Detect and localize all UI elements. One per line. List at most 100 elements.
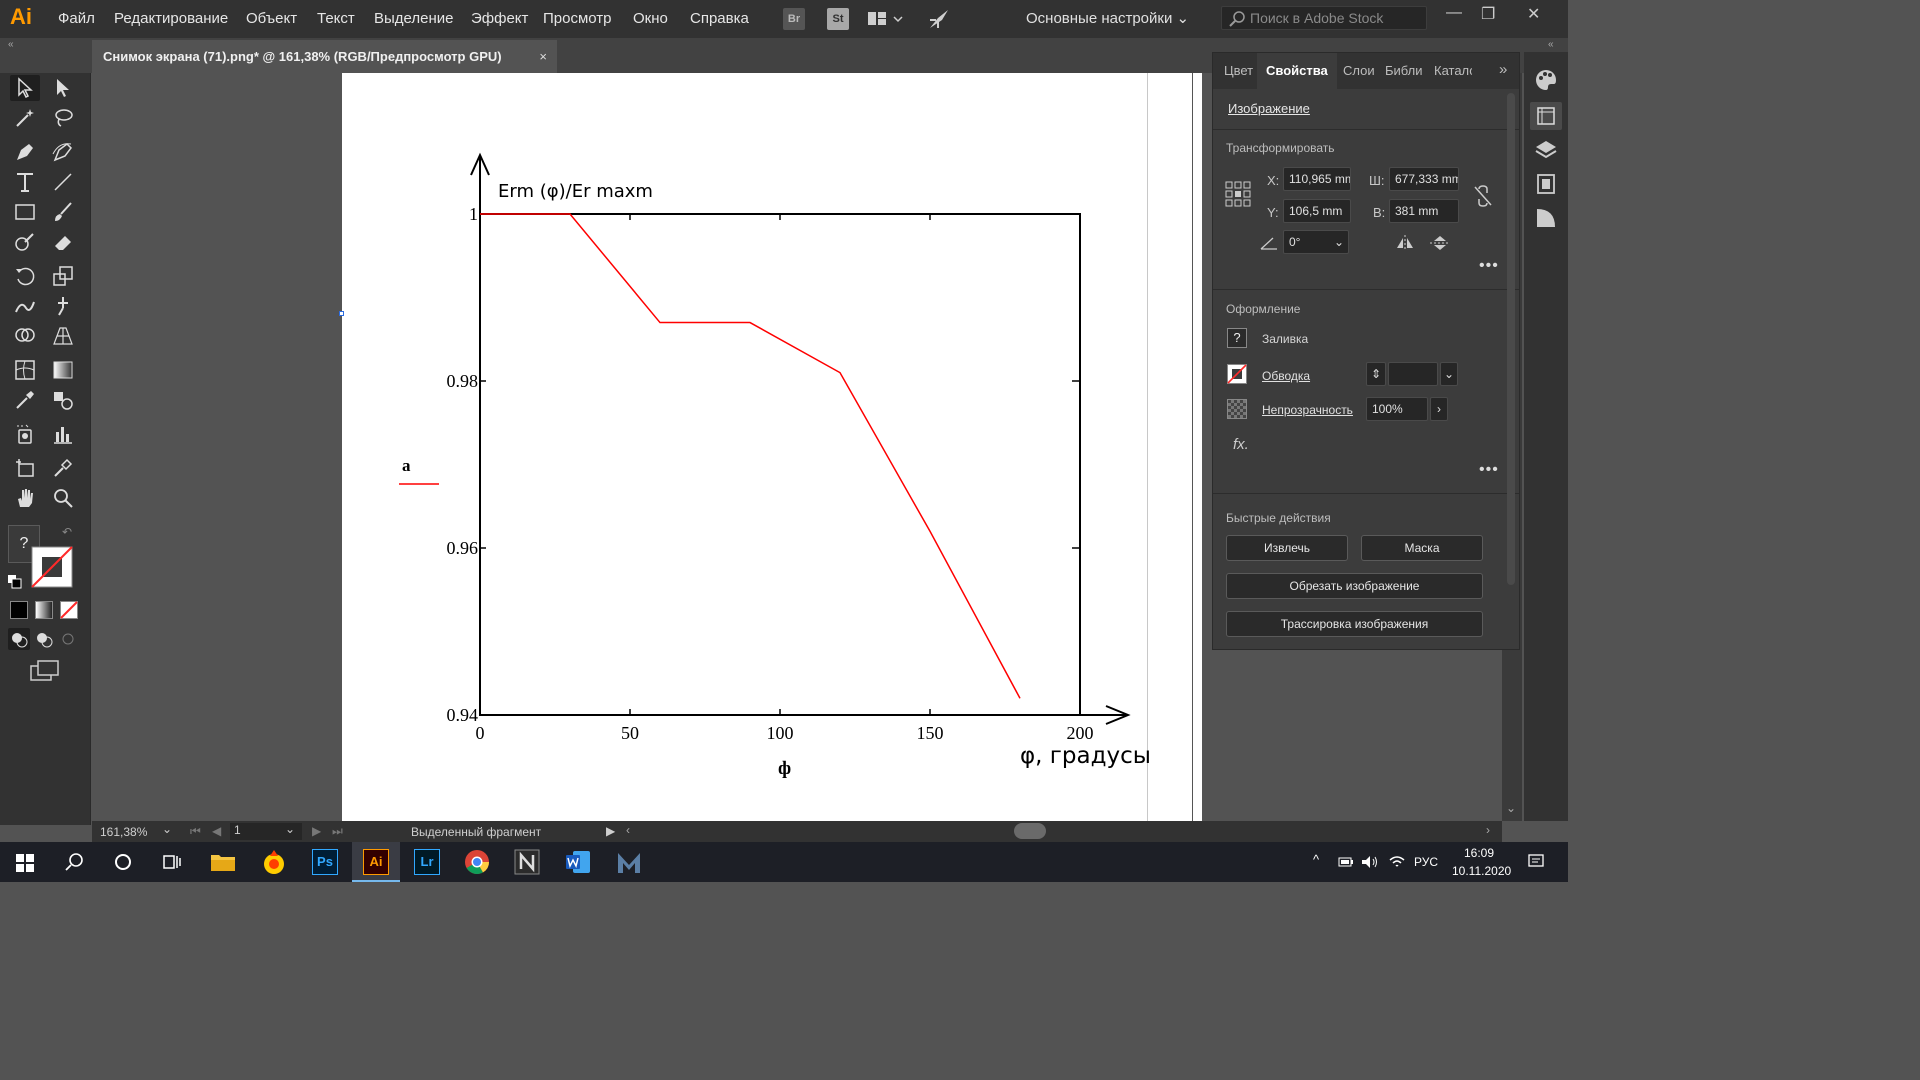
- panel-scrollbar[interactable]: [1507, 93, 1515, 585]
- hand-tool-icon[interactable]: [10, 485, 40, 511]
- menu-select[interactable]: Выделение: [374, 10, 453, 27]
- task-view-icon[interactable]: [162, 852, 182, 872]
- crop-image-button[interactable]: Обрезать изображение: [1226, 573, 1483, 599]
- type-tool-icon[interactable]: [10, 169, 40, 195]
- artboard[interactable]: 0 50 100 150 200 0.94 0.96 0.98 1 Erm (φ)/Er ma…: [339, 73, 1202, 821]
- zoom-tool-icon[interactable]: [48, 485, 78, 511]
- direct-selection-tool-icon[interactable]: [48, 75, 78, 101]
- zoom-dropdown-icon[interactable]: ⌄: [162, 822, 172, 836]
- scale-tool-icon[interactable]: [48, 263, 78, 289]
- drawing-modes-row[interactable]: [8, 628, 80, 650]
- bridge-button[interactable]: Br: [783, 8, 805, 30]
- color-mode-icon[interactable]: [10, 601, 28, 619]
- menu-window[interactable]: Окно: [633, 10, 668, 27]
- opacity-field[interactable]: 100%: [1366, 397, 1428, 421]
- constrain-proportions-icon[interactable]: [1471, 185, 1495, 207]
- word-app-icon[interactable]: [565, 849, 591, 875]
- wifi-icon[interactable]: [1388, 854, 1406, 870]
- stroke-weight-dropdown[interactable]: ⌄: [1440, 362, 1458, 386]
- previous-artboard-icon[interactable]: ◀: [212, 824, 221, 838]
- zoom-level[interactable]: 161,38%: [100, 825, 147, 839]
- opacity-expand-button[interactable]: ›: [1430, 397, 1448, 421]
- stroke-swatch-none[interactable]: [1227, 364, 1247, 384]
- none-mode-icon[interactable]: [60, 601, 78, 619]
- search-icon[interactable]: [64, 852, 84, 872]
- illustrator-taskbar-active[interactable]: Ai: [352, 842, 400, 882]
- magic-wand-tool-icon[interactable]: [10, 105, 40, 131]
- restore-icon[interactable]: ❐: [1481, 4, 1495, 24]
- blend-tool-icon[interactable]: [48, 387, 78, 413]
- rectangle-tool-icon[interactable]: [10, 199, 40, 225]
- transform-more-options-icon[interactable]: •••: [1479, 257, 1499, 275]
- lasso-tool-icon[interactable]: [48, 105, 78, 131]
- default-fill-stroke-icon[interactable]: [8, 575, 22, 589]
- clock-time[interactable]: 16:09: [1464, 846, 1494, 860]
- appearance-more-options-icon[interactable]: •••: [1479, 461, 1499, 479]
- flip-vertical-icon[interactable]: [1430, 235, 1450, 251]
- stroke-swatch-none[interactable]: [30, 545, 74, 589]
- shaper-tool-icon[interactable]: [10, 229, 40, 255]
- workspace-switcher[interactable]: Основные настройки ⌄: [1026, 9, 1189, 27]
- tab-libraries[interactable]: Библи: [1385, 63, 1423, 78]
- image-trace-button[interactable]: Трассировка изображения: [1226, 611, 1483, 637]
- mesh-tool-icon[interactable]: [10, 357, 40, 383]
- line-segment-tool-icon[interactable]: [48, 169, 78, 195]
- stroke-weight-stepper[interactable]: ⇕: [1366, 362, 1386, 386]
- opacity-label-link[interactable]: Непрозрачность: [1262, 403, 1353, 417]
- notifications-icon[interactable]: [1528, 854, 1544, 870]
- color-palette-icon[interactable]: [1534, 68, 1558, 92]
- volume-icon[interactable]: [1361, 854, 1379, 870]
- stock-button[interactable]: St: [827, 8, 849, 30]
- close-window-icon[interactable]: ✕: [1527, 4, 1540, 24]
- properties-panel-icon[interactable]: [1530, 102, 1562, 130]
- menu-view[interactable]: Просмотр: [543, 10, 612, 27]
- horizontal-scroll-thumb[interactable]: [1014, 823, 1046, 839]
- pen-tool-icon[interactable]: [10, 139, 40, 165]
- menu-text[interactable]: Текст: [317, 10, 355, 27]
- menu-help[interactable]: Справка: [690, 10, 749, 27]
- selection-tool-icon[interactable]: [10, 75, 40, 101]
- fx-icon[interactable]: fx.: [1233, 436, 1249, 453]
- file-explorer-icon[interactable]: [210, 850, 236, 874]
- fill-swatch-unknown[interactable]: ?: [1227, 328, 1247, 348]
- panel-overflow-icon[interactable]: »: [1499, 61, 1507, 78]
- paintbrush-tool-icon[interactable]: [48, 199, 78, 225]
- stroke-label-link[interactable]: Обводка: [1262, 369, 1310, 383]
- height-field[interactable]: 381 mm: [1389, 199, 1459, 223]
- next-artboard-icon[interactable]: ▶: [312, 824, 321, 838]
- stock-search-input[interactable]: Поиск в Adobe Stock: [1221, 6, 1427, 30]
- y-position-field[interactable]: 106,5 mm: [1283, 199, 1351, 223]
- extract-button[interactable]: Извлечь: [1226, 535, 1348, 561]
- gpu-performance-icon[interactable]: [926, 6, 952, 32]
- menu-effect[interactable]: Эффект: [471, 10, 528, 27]
- layers-icon[interactable]: [1534, 138, 1558, 162]
- scroll-down-icon[interactable]: ⌄: [1506, 801, 1516, 815]
- first-artboard-icon[interactable]: ⏮: [190, 824, 201, 839]
- swap-fill-stroke-icon[interactable]: ↶: [62, 525, 72, 539]
- photoshop-app-icon[interactable]: Ps: [312, 849, 338, 875]
- lightroom-app-icon[interactable]: Lr: [414, 849, 440, 875]
- tab-layers[interactable]: Слои: [1343, 63, 1375, 78]
- flip-horizontal-icon[interactable]: [1395, 235, 1415, 251]
- gradient-panel-icon[interactable]: [1534, 206, 1558, 230]
- curvature-tool-icon[interactable]: [48, 139, 78, 165]
- column-graph-tool-icon[interactable]: [48, 421, 78, 447]
- collapse-toolbar-icon[interactable]: «: [8, 39, 14, 50]
- stroke-weight-field[interactable]: [1388, 362, 1438, 386]
- input-language[interactable]: РУС: [1414, 855, 1438, 869]
- menu-file[interactable]: Файл: [58, 10, 95, 27]
- rotation-field[interactable]: 0° ⌄: [1283, 230, 1349, 254]
- clock-date[interactable]: 10.11.2020: [1452, 864, 1511, 878]
- tab-color[interactable]: Цвет: [1224, 63, 1253, 78]
- perspective-grid-tool-icon[interactable]: [48, 323, 78, 349]
- menu-edit[interactable]: Редактирование: [114, 10, 228, 27]
- artboard-tool-icon[interactable]: [10, 455, 40, 481]
- mathcad-app-icon[interactable]: [616, 849, 642, 875]
- menu-object[interactable]: Объект: [246, 10, 297, 27]
- eyedropper-tool-icon[interactable]: [10, 387, 40, 413]
- libraries-icon[interactable]: [1534, 172, 1558, 196]
- chevron-down-icon[interactable]: ⌄: [1334, 231, 1344, 253]
- close-document-icon[interactable]: ×: [539, 40, 547, 73]
- notion-app-icon[interactable]: [514, 849, 540, 875]
- rotate-tool-icon[interactable]: [10, 263, 40, 289]
